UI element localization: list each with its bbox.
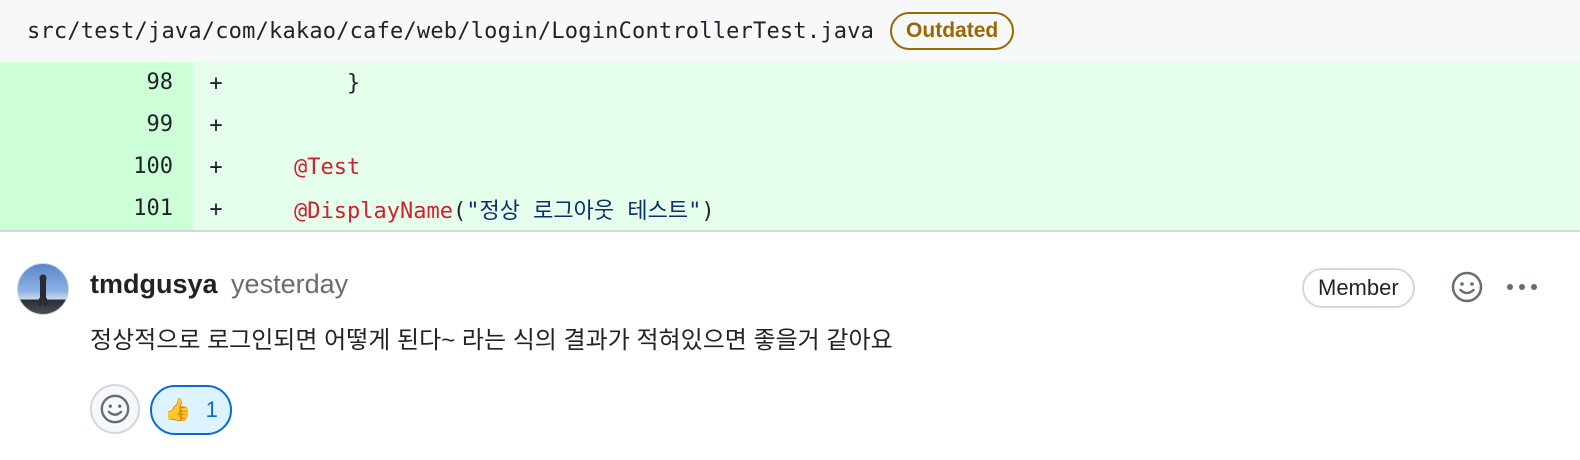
annotation-token: @Test (294, 154, 361, 180)
file-path[interactable]: src/test/java/com/kakao/cafe/web/login/L… (27, 19, 874, 44)
code-text: @Test (294, 155, 360, 180)
smiley-icon (100, 394, 130, 424)
diff-marker: + (209, 154, 223, 180)
add-reaction-pill[interactable] (90, 384, 140, 434)
diff-marker: + (209, 112, 223, 138)
comment-timestamp[interactable]: yesterday (231, 269, 348, 299)
file-header: src/test/java/com/kakao/cafe/web/login/L… (0, 0, 1580, 62)
add-reaction-button[interactable] (1450, 270, 1484, 304)
paren-close: ) (701, 199, 715, 224)
avatar[interactable] (17, 263, 69, 315)
diff-marker: + (209, 70, 223, 96)
thumbs-up-icon: 👍 (164, 397, 192, 422)
line-number[interactable]: 99 (0, 104, 193, 146)
annotation-token: @DisplayName (294, 199, 453, 224)
line-number[interactable]: 101 (0, 188, 193, 230)
avatar-figure-icon (39, 274, 47, 306)
line-number[interactable]: 100 (0, 146, 193, 188)
thumbs-up-reaction[interactable]: 👍 1 (150, 385, 232, 435)
diff-line: 98 + } (0, 62, 1580, 104)
smiley-icon (1451, 271, 1483, 303)
code-text: @DisplayName("정상 로그아웃 테스트") (294, 193, 715, 225)
more-options-button[interactable] (1502, 270, 1542, 304)
outdated-badge: Outdated (890, 12, 1015, 50)
member-badge: Member (1302, 268, 1415, 308)
string-token: "정상 로그아웃 테스트" (466, 199, 702, 224)
diff-line: 100 + @Test (0, 146, 1580, 188)
diff-marker: + (209, 196, 223, 222)
diff-line: 101 + @DisplayName("정상 로그아웃 테스트") (0, 188, 1580, 230)
comment-body: 정상적으로 로그인되면 어떻게 된다~ 라는 식의 결과가 적혀있으면 좋을거 … (90, 327, 893, 354)
diff-line: 99 + (0, 104, 1580, 146)
diff-view: 98 + } 99 + 100 + @Test 101 + @DisplayNa… (0, 62, 1580, 230)
line-number[interactable]: 98 (0, 62, 193, 104)
paren-open: ( (452, 199, 467, 224)
review-comment: tmdgusya yesterday Member 정상적으로 로그인되면 어떻… (0, 232, 1580, 460)
reaction-count: 1 (205, 397, 218, 422)
comment-header: tmdgusya yesterday (90, 268, 348, 300)
code-text: } (294, 70, 361, 96)
kebab-horizontal-icon (1507, 284, 1537, 290)
author-name[interactable]: tmdgusya (90, 269, 218, 299)
